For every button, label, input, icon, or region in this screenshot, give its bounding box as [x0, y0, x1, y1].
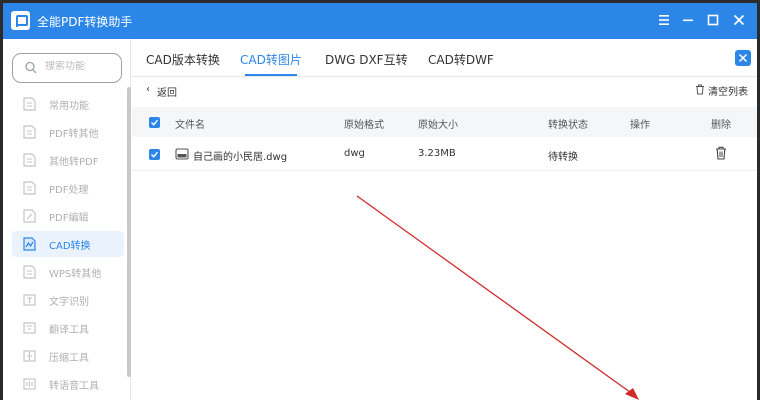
search-box[interactable]	[12, 53, 122, 83]
sidebar-item-common[interactable]: 常用功能	[12, 91, 124, 117]
title-bar: 全能PDF转换助手	[3, 3, 757, 39]
search-icon	[25, 61, 37, 74]
checkmark-icon	[151, 119, 159, 126]
close-icon[interactable]	[731, 12, 747, 28]
edit-doc-icon	[23, 209, 36, 223]
row-checkbox[interactable]	[149, 149, 160, 160]
sidebar-item-translate[interactable]: 翻译工具	[12, 315, 124, 341]
select-all-checkbox[interactable]	[149, 117, 160, 128]
menu-icon[interactable]	[656, 12, 672, 28]
file-size: 3.23MB	[418, 148, 456, 159]
audio-icon	[23, 378, 36, 390]
main-panel: CAD版本转换 CAD转图片 DWG DXF互转 CAD转DWF ‹ 返回 清空…	[132, 39, 757, 400]
sidebar-item-label: PDF处理	[49, 185, 89, 196]
search-input[interactable]	[45, 61, 115, 72]
column-header-status: 转换状态	[548, 120, 588, 131]
sidebar: 常用功能 PDF转其他 其他转PDF PDF处理 PDF编辑 CAD转换 WPS…	[3, 39, 131, 400]
conversion-status: 待转换	[548, 152, 578, 163]
ocr-icon	[23, 294, 36, 306]
trash-icon	[696, 84, 704, 95]
star-doc-icon	[23, 97, 36, 111]
delete-row-trash-icon[interactable]	[715, 146, 727, 160]
back-label: 返回	[157, 88, 177, 99]
sidebar-scrollbar[interactable]	[127, 87, 131, 377]
sidebar-item-label: PDF转其他	[49, 129, 99, 140]
sidebar-item-ocr[interactable]: 文字识别	[12, 287, 124, 313]
translate-icon	[23, 322, 36, 334]
sidebar-item-label: 其他转PDF	[49, 157, 99, 168]
table-header: 文件名 原始格式 原始大小 转换状态 操作 删除	[132, 107, 757, 137]
sidebar-item-label: 文字识别	[49, 297, 89, 308]
checkmark-icon	[151, 151, 159, 158]
clear-list-label: 清空列表	[708, 87, 748, 98]
close-panel-button[interactable]	[735, 50, 751, 66]
dwg-file-icon	[175, 148, 189, 160]
sidebar-item-cad-convert[interactable]: CAD转换	[12, 231, 124, 257]
file-format: dwg	[344, 148, 365, 159]
clear-list-button[interactable]: 清空列表	[695, 83, 755, 98]
sidebar-item-label: 翻译工具	[49, 325, 89, 336]
app-title: 全能PDF转换助手	[37, 15, 133, 29]
pdf-doc-icon	[23, 125, 36, 139]
file-name: 自己画的小民居.dwg	[193, 152, 288, 163]
app-logo-icon	[11, 11, 30, 30]
column-header-operation: 操作	[630, 120, 650, 131]
active-tab-indicator	[245, 74, 297, 76]
sidebar-item-label: 常用功能	[49, 101, 89, 112]
convert-doc-icon	[23, 153, 36, 167]
sidebar-item-other-to-pdf[interactable]: 其他转PDF	[12, 147, 124, 173]
tab-cad-version[interactable]: CAD版本转换	[146, 51, 220, 68]
tab-cad-to-image[interactable]: CAD转图片	[240, 51, 302, 68]
compress-icon	[23, 350, 36, 362]
close-icon	[738, 53, 748, 63]
sidebar-item-label: CAD转换	[49, 241, 91, 252]
column-header-filename: 文件名	[175, 120, 205, 131]
sidebar-item-compress[interactable]: 压缩工具	[12, 343, 124, 369]
tab-cad-to-dwf[interactable]: CAD转DWF	[428, 51, 494, 68]
tab-dwg-dxf[interactable]: DWG DXF互转	[325, 51, 408, 68]
sidebar-item-audio[interactable]: 转语音工具	[12, 371, 124, 397]
column-header-delete: 删除	[711, 120, 731, 131]
sidebar-item-pdf-to-other[interactable]: PDF转其他	[12, 119, 124, 145]
sidebar-item-pdf-process[interactable]: PDF处理	[12, 175, 124, 201]
maximize-icon[interactable]	[705, 12, 721, 28]
minimize-icon[interactable]	[680, 12, 696, 28]
sidebar-item-label: WPS转其他	[49, 269, 102, 280]
sidebar-item-wps-to-other[interactable]: WPS转其他	[12, 259, 124, 285]
wps-doc-icon	[23, 265, 36, 279]
tab-bar: CAD版本转换 CAD转图片 DWG DXF互转 CAD转DWF	[132, 39, 757, 77]
cad-icon	[23, 237, 36, 251]
column-header-size: 原始大小	[418, 120, 458, 131]
sidebar-item-label: 压缩工具	[49, 353, 89, 364]
table-row: 自己画的小民居.dwg dwg 3.23MB 待转换	[132, 137, 757, 171]
process-doc-icon	[23, 181, 36, 195]
chevron-left-icon: ‹	[146, 84, 150, 95]
app-window: 全能PDF转换助手 常用功能 PDF转其他	[3, 3, 757, 400]
sidebar-item-label: PDF编辑	[49, 213, 89, 224]
column-header-format: 原始格式	[344, 120, 384, 131]
sidebar-item-label: 转语音工具	[49, 381, 99, 392]
sidebar-item-pdf-edit[interactable]: PDF编辑	[12, 203, 124, 229]
